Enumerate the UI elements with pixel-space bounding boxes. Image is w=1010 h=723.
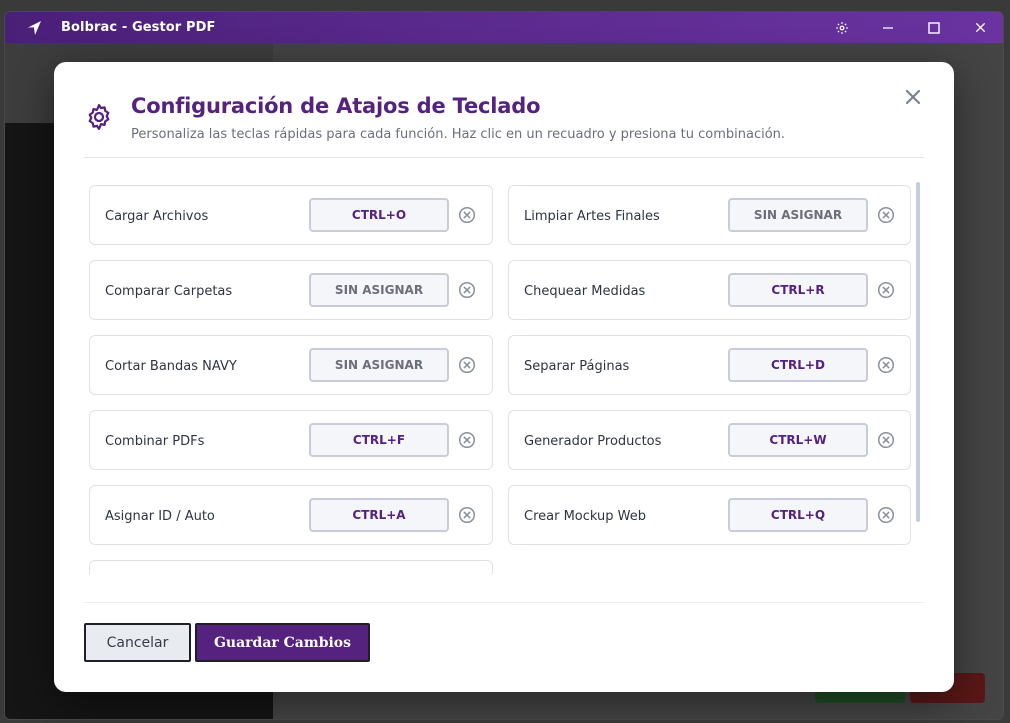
shortcut-key-input[interactable]: CTRL+R bbox=[728, 273, 868, 307]
shortcut-key-input[interactable]: SIN ASIGNAR bbox=[309, 348, 449, 382]
shortcuts-list[interactable]: Cargar Archivos CTRL+O Limpiar Artes Final… bbox=[84, 174, 926, 574]
clear-icon bbox=[458, 356, 476, 374]
shortcut-card: Generador Productos CTRL+W bbox=[508, 410, 911, 470]
clear-icon bbox=[458, 206, 476, 224]
minimize-button[interactable] bbox=[865, 12, 911, 43]
window-controls bbox=[819, 12, 1003, 43]
shortcut-card bbox=[89, 560, 493, 574]
close-window-button[interactable] bbox=[957, 12, 1003, 43]
shortcut-card: Separar Páginas CTRL+D bbox=[508, 335, 911, 395]
shortcut-label: Comparar Carpetas bbox=[105, 284, 233, 299]
shortcut-label: Crear Mockup Web bbox=[524, 509, 646, 524]
shortcut-key-input[interactable]: CTRL+W bbox=[728, 423, 868, 457]
shortcut-key-input[interactable]: CTRL+F bbox=[309, 423, 449, 457]
settings-button[interactable] bbox=[819, 12, 865, 43]
shortcut-key-input[interactable]: CTRL+D bbox=[728, 348, 868, 382]
maximize-icon bbox=[928, 21, 940, 34]
save-button[interactable]: Guardar Cambios bbox=[195, 623, 370, 662]
modal-header: Configuración de Atajos de Teclado Perso… bbox=[84, 90, 924, 158]
clear-shortcut-button[interactable] bbox=[458, 506, 476, 524]
clear-shortcut-button[interactable] bbox=[458, 356, 476, 374]
modal-subtitle: Personaliza las teclas rápidas para cada… bbox=[131, 127, 786, 142]
window-title: Bolbrac - Gestor PDF bbox=[61, 20, 216, 35]
clear-shortcut-button[interactable] bbox=[877, 506, 895, 524]
clear-icon bbox=[877, 506, 895, 524]
footer-divider bbox=[84, 602, 924, 603]
title-bar[interactable]: Bolbrac - Gestor PDF bbox=[5, 12, 1003, 43]
cancel-button[interactable]: Cancelar bbox=[84, 623, 191, 662]
shortcut-card: Limpiar Artes Finales SIN ASIGNAR bbox=[508, 185, 911, 245]
shortcut-label: Generador Productos bbox=[524, 434, 662, 449]
shortcuts-modal: Configuración de Atajos de Teclado Perso… bbox=[54, 62, 954, 692]
app-logo-icon bbox=[23, 17, 45, 39]
shortcut-label: Limpiar Artes Finales bbox=[524, 209, 660, 224]
clear-shortcut-button[interactable] bbox=[877, 356, 895, 374]
shortcut-label: Combinar PDFs bbox=[105, 434, 205, 449]
close-modal-button[interactable] bbox=[902, 86, 924, 108]
maximize-button[interactable] bbox=[911, 12, 957, 43]
gear-icon bbox=[84, 102, 114, 132]
clear-shortcut-button[interactable] bbox=[458, 281, 476, 299]
clear-icon bbox=[877, 281, 895, 299]
shortcut-card: Chequear Medidas CTRL+R bbox=[508, 260, 911, 320]
shortcut-card: Comparar Carpetas SIN ASIGNAR bbox=[89, 260, 493, 320]
shortcuts-grid: Cargar Archivos CTRL+O Limpiar Artes Final… bbox=[89, 185, 911, 574]
shortcut-key-input[interactable]: CTRL+O bbox=[309, 198, 449, 232]
clear-shortcut-button[interactable] bbox=[458, 206, 476, 224]
shortcut-card: Asignar ID / Auto CTRL+A bbox=[89, 485, 493, 545]
clear-shortcut-button[interactable] bbox=[877, 281, 895, 299]
shortcut-label: Cortar Bandas NAVY bbox=[105, 359, 237, 374]
shortcut-key-input[interactable]: CTRL+A bbox=[309, 498, 449, 532]
modal-title: Configuración de Atajos de Teclado bbox=[131, 94, 541, 118]
shortcut-label: Separar Páginas bbox=[524, 359, 630, 374]
shortcut-card: Combinar PDFs CTRL+F bbox=[89, 410, 493, 470]
clear-icon bbox=[877, 356, 895, 374]
scrollbar[interactable] bbox=[916, 182, 920, 522]
clear-icon bbox=[458, 281, 476, 299]
minimize-icon bbox=[883, 26, 893, 29]
close-icon bbox=[905, 89, 921, 105]
clear-shortcut-button[interactable] bbox=[877, 431, 895, 449]
clear-icon bbox=[458, 431, 476, 449]
clear-shortcut-button[interactable] bbox=[877, 206, 895, 224]
shortcut-key-input[interactable]: SIN ASIGNAR bbox=[309, 273, 449, 307]
close-icon bbox=[975, 22, 985, 33]
shortcut-card: Crear Mockup Web CTRL+Q bbox=[508, 485, 911, 545]
shortcut-label: Asignar ID / Auto bbox=[105, 509, 215, 524]
clear-icon bbox=[458, 506, 476, 524]
clear-icon bbox=[877, 206, 895, 224]
shortcut-card: Cargar Archivos CTRL+O bbox=[89, 185, 493, 245]
clear-icon bbox=[877, 431, 895, 449]
shortcut-label: Chequear Medidas bbox=[524, 284, 646, 299]
shortcut-card: Cortar Bandas NAVY SIN ASIGNAR bbox=[89, 335, 493, 395]
gear-icon bbox=[836, 21, 848, 34]
shortcut-key-input[interactable]: CTRL+Q bbox=[728, 498, 868, 532]
shortcut-label: Cargar Archivos bbox=[105, 209, 209, 224]
clear-shortcut-button[interactable] bbox=[458, 431, 476, 449]
shortcut-key-input[interactable]: SIN ASIGNAR bbox=[728, 198, 868, 232]
